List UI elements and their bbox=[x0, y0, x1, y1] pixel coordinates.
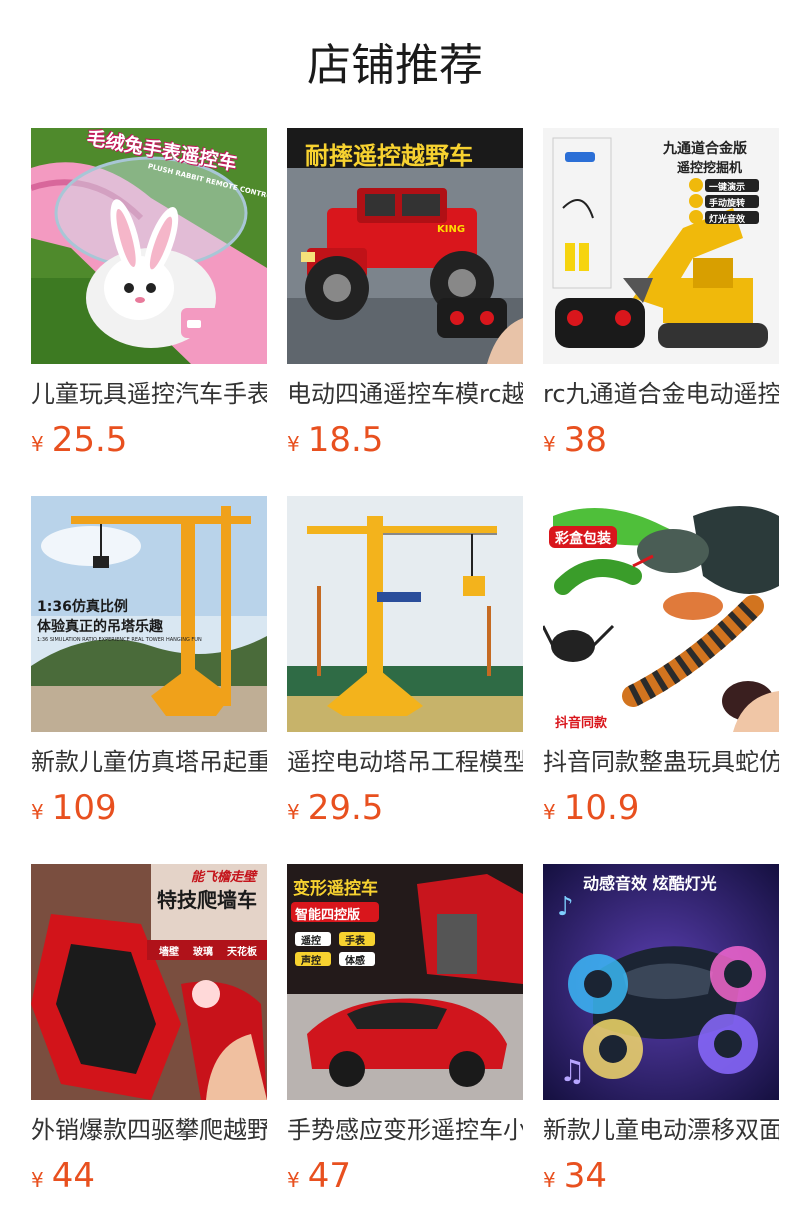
image-title: 变形遥控车 bbox=[293, 879, 378, 899]
price-value: 47 bbox=[307, 1156, 351, 1196]
product-card[interactable]: 能飞檐走壁 特技爬墙车 墙壁 玻璃 天花板 外销爆款四驱攀爬越野车 ¥44 bbox=[31, 864, 267, 1196]
product-image[interactable]: 耐摔遥控越野车 KING bbox=[287, 128, 523, 364]
product-image[interactable]: 彩盒包装 抖音同款 bbox=[543, 496, 779, 732]
badge-light-sound: 灯光音效 bbox=[709, 215, 746, 225]
currency-symbol: ¥ bbox=[543, 800, 556, 824]
product-card[interactable]: 九通道合金版 遥控挖掘机 一键演示 手动旋转 灯光音效 rc九通道合金电动遥控挖… bbox=[543, 128, 779, 460]
product-card[interactable]: 耐摔遥控越野车 KING 电动四通遥控车模rc越野车 ¥18.5 bbox=[287, 128, 523, 460]
excavator-image bbox=[543, 128, 779, 364]
badge-ceiling: 天花板 bbox=[227, 947, 257, 958]
product-image[interactable]: 能飞檐走壁 特技爬墙车 墙壁 玻璃 天花板 bbox=[31, 864, 267, 1100]
badge-demo: 一键演示 bbox=[709, 183, 746, 193]
product-price: ¥47 bbox=[287, 1156, 523, 1196]
product-name[interactable]: 儿童玩具遥控汽车手表 bbox=[31, 378, 267, 410]
product-image[interactable]: 1:36仿真比例 体验真正的吊塔乐趣 1:36 SIMULATION RATIO… bbox=[31, 496, 267, 732]
price-value: 44 bbox=[51, 1156, 95, 1196]
currency-symbol: ¥ bbox=[31, 432, 44, 456]
currency-symbol: ¥ bbox=[287, 800, 300, 824]
product-price: ¥34 bbox=[543, 1156, 779, 1196]
price-value: 34 bbox=[563, 1156, 607, 1196]
badge-watch: 手表 bbox=[345, 936, 365, 947]
music-note-icon: ♫ bbox=[559, 1054, 586, 1089]
price-value: 38 bbox=[563, 420, 607, 460]
product-name[interactable]: 外销爆款四驱攀爬越野车 bbox=[31, 1114, 267, 1146]
badge-wall: 墙壁 bbox=[159, 947, 179, 958]
price-value: 109 bbox=[51, 788, 117, 828]
product-image[interactable]: 毛绒兔手表遥控车 PLUSH RABBIT REMOTE CONTROL bbox=[31, 128, 267, 364]
price-value: 29.5 bbox=[307, 788, 384, 828]
image-title: 九通道合金版 bbox=[663, 141, 747, 157]
product-image[interactable]: 变形遥控车 智能四控版 遥控 手表 声控 体感 bbox=[287, 864, 523, 1100]
badge-motion: 体感 bbox=[345, 956, 365, 967]
currency-symbol: ¥ bbox=[287, 1168, 300, 1192]
product-name[interactable]: 手势感应变形遥控车小孩 bbox=[287, 1114, 523, 1146]
product-name[interactable]: 抖音同款整蛊玩具蛇仿真 bbox=[543, 746, 779, 778]
currency-symbol: ¥ bbox=[31, 800, 44, 824]
product-name[interactable]: 遥控电动塔吊工程模型 bbox=[287, 746, 523, 778]
price-value: 25.5 bbox=[51, 420, 128, 460]
product-card[interactable]: 遥控电动塔吊工程模型 ¥29.5 bbox=[287, 496, 523, 828]
product-image[interactable]: 九通道合金版 遥控挖掘机 一键演示 手动旋转 灯光音效 bbox=[543, 128, 779, 364]
image-caption: 1:36 SIMULATION RATIO EXPERIENCE REAL TO… bbox=[37, 637, 202, 643]
product-price: ¥44 bbox=[31, 1156, 267, 1196]
product-price: ¥38 bbox=[543, 420, 779, 460]
product-card[interactable]: 动感音效 炫酷灯光 ♪ ♫ 新款儿童电动漂移双面车 ¥34 bbox=[543, 864, 779, 1196]
product-card[interactable]: 毛绒兔手表遥控车 PLUSH RABBIT REMOTE CONTROL 儿童玩… bbox=[31, 128, 267, 460]
price-value: 18.5 bbox=[307, 420, 384, 460]
product-name[interactable]: 新款儿童电动漂移双面车 bbox=[543, 1114, 779, 1146]
page-title: 店铺推荐 bbox=[307, 40, 483, 91]
product-price: ¥18.5 bbox=[287, 420, 523, 460]
product-name[interactable]: rc九通道合金电动遥控挖掘机 bbox=[543, 378, 779, 410]
image-subtitle: KING bbox=[437, 224, 466, 235]
product-image[interactable]: 动感音效 炫酷灯光 ♪ ♫ bbox=[543, 864, 779, 1100]
product-card[interactable]: 1:36仿真比例 体验真正的吊塔乐趣 1:36 SIMULATION RATIO… bbox=[31, 496, 267, 828]
image-title: 特技爬墙车 bbox=[157, 888, 257, 912]
currency-symbol: ¥ bbox=[543, 432, 556, 456]
badge-remote: 遥控 bbox=[301, 936, 321, 947]
image-subtitle: 体验真正的吊塔乐趣 bbox=[37, 619, 163, 635]
image-title: 耐摔遥控越野车 bbox=[305, 142, 473, 170]
image-title: 动感音效 炫酷灯光 bbox=[583, 874, 717, 893]
product-card[interactable]: 变形遥控车 智能四控版 遥控 手表 声控 体感 手势感应变形遥控车小孩 ¥47 bbox=[287, 864, 523, 1196]
product-image[interactable] bbox=[287, 496, 523, 732]
image-subtitle: 抖音同款 bbox=[555, 716, 608, 731]
price-value: 10.9 bbox=[563, 788, 640, 828]
product-name[interactable]: 新款儿童仿真塔吊起重机 bbox=[31, 746, 267, 778]
currency-symbol: ¥ bbox=[31, 1168, 44, 1192]
transforming-car-image bbox=[287, 864, 523, 1100]
product-price: ¥29.5 bbox=[287, 788, 523, 828]
image-subtitle: 智能四控版 bbox=[295, 908, 361, 923]
product-card[interactable]: 彩盒包装 抖音同款 抖音同款整蛊玩具蛇仿真 ¥10.9 bbox=[543, 496, 779, 828]
product-name[interactable]: 电动四通遥控车模rc越野车 bbox=[287, 378, 523, 410]
product-price: ¥25.5 bbox=[31, 420, 267, 460]
image-subtitle: 能飞檐走壁 bbox=[191, 870, 257, 885]
image-subtitle: 遥控挖掘机 bbox=[677, 161, 743, 176]
tower-crane-model-image bbox=[287, 496, 523, 732]
product-price: ¥10.9 bbox=[543, 788, 779, 828]
image-title: 1:36仿真比例 bbox=[37, 599, 128, 615]
currency-symbol: ¥ bbox=[543, 1168, 556, 1192]
badge-voice: 声控 bbox=[301, 956, 321, 967]
currency-symbol: ¥ bbox=[287, 432, 300, 456]
product-price: ¥109 bbox=[31, 788, 267, 828]
music-note-icon: ♪ bbox=[557, 892, 574, 922]
badge-glass: 玻璃 bbox=[193, 947, 213, 958]
badge-rotate: 手动旋转 bbox=[709, 199, 746, 209]
image-badge: 彩盒包装 bbox=[555, 531, 611, 547]
